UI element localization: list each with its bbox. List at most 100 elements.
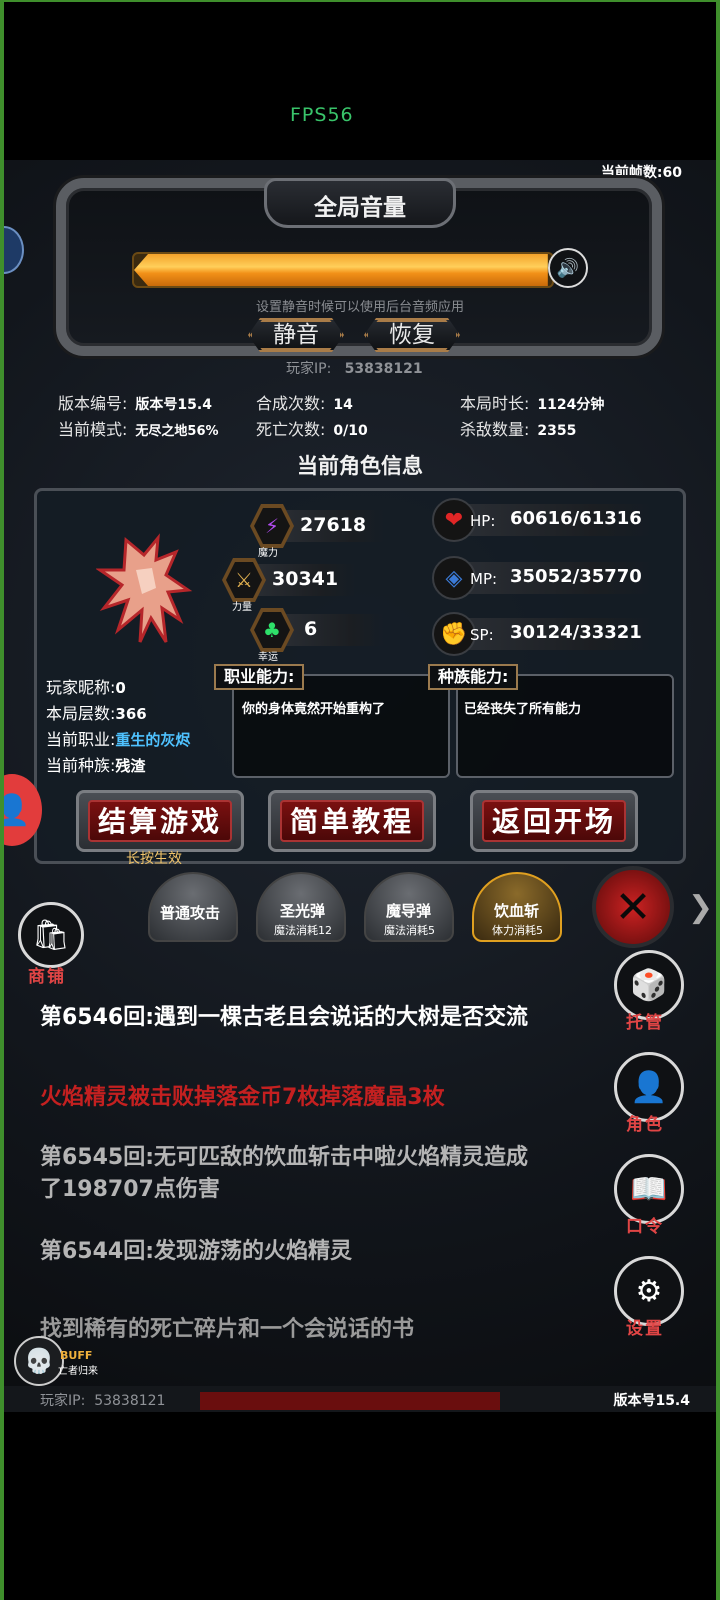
stat-synth-label: 合成次数:	[256, 394, 326, 413]
buff-subtitle: 亡者归来	[58, 1366, 98, 1377]
stat-duration: 本局时长: 1124分钟	[460, 390, 604, 414]
log-line-1: 第6546回:遇到一棵古老且会说话的大树是否交流	[40, 1005, 529, 1030]
back-to-start-label: 返回开场	[482, 800, 626, 842]
hp-label: HP:	[470, 512, 496, 530]
book-icon: 📖	[630, 1171, 668, 1207]
volume-hint: 设置静音时候可以使用后台音频应用	[255, 300, 464, 315]
stat-duration-value: 1124分钟	[537, 397, 605, 413]
log-line-2: 火焰精灵被击败掉落金币7枚掉落魔晶3枚	[40, 1085, 445, 1110]
player-ip-label: 玩家IP:	[286, 361, 332, 377]
log-line-4: 了198707点伤害	[40, 1177, 220, 1202]
back-to-start-button[interactable]: 返回开场	[470, 790, 638, 852]
magic-value: 27618	[300, 514, 367, 536]
sp-value: 30124/33321	[510, 622, 642, 643]
nickname-value: 0	[115, 679, 126, 697]
close-button[interactable]: ✕	[592, 866, 674, 948]
stat-synth: 合成次数: 14	[256, 390, 353, 414]
stat-version-label: 版本编号:	[58, 394, 128, 413]
shop-label: 商铺	[28, 967, 66, 987]
role-label: 角色	[626, 1115, 664, 1135]
strength-label: 力量	[232, 602, 252, 613]
skull-icon[interactable]: 💀	[14, 1336, 64, 1386]
skill-magic-missile-name: 魔导弹	[386, 902, 432, 920]
dice-icon: 🎲	[630, 967, 668, 1003]
shop-button[interactable]: 🛍	[18, 902, 84, 968]
skill-holy-bolt-name: 圣光弹	[280, 902, 326, 920]
stat-deaths-value: 0/10	[333, 423, 368, 439]
restore-button[interactable]: 恢复	[364, 318, 460, 352]
stat-mode-value: 无尽之地56%	[135, 424, 219, 439]
auto-label: 托管	[626, 1013, 664, 1033]
race-label: 当前种族:	[46, 756, 116, 775]
buff-title: BUFF	[60, 1349, 93, 1362]
log-line-6: 找到稀有的死亡碎片和一个会说话的书	[40, 1317, 415, 1342]
tutorial-label: 简单教程	[280, 800, 424, 842]
settings-label: 设置	[626, 1319, 664, 1339]
footer-ip-value: 53838121	[94, 1393, 166, 1409]
stat-kills-label: 杀敌数量:	[460, 420, 530, 439]
job-ability-text: 你的身体竟然开始重构了	[242, 702, 386, 717]
stat-synth-value: 14	[333, 397, 353, 413]
close-icon: ✕	[614, 881, 652, 933]
volume-slider[interactable]	[132, 252, 554, 288]
settle-game-label: 结算游戏	[88, 800, 232, 842]
stat-deaths: 死亡次数: 0/10	[256, 416, 368, 440]
stat-version-value: 版本号15.4	[135, 397, 212, 413]
job-label: 当前职业:	[46, 730, 116, 749]
log-line-5: 第6544回:发现游荡的火焰精灵	[40, 1239, 353, 1264]
shop-icon: 🛍	[31, 917, 71, 953]
stat-mode: 当前模式: 无尽之地56%	[58, 416, 219, 440]
stat-kills: 杀敌数量: 2355	[460, 416, 576, 440]
code-label: 口令	[626, 1217, 664, 1237]
info-race: 当前种族:残渣	[46, 752, 145, 776]
magic-label: 魔力	[258, 548, 278, 559]
player-ip-value: 53838121	[344, 361, 423, 377]
stat-version: 版本编号: 版本号15.4	[58, 390, 212, 414]
settle-game-button[interactable]: 结算游戏	[76, 790, 244, 852]
skill-normal-attack-name: 普通攻击	[160, 904, 221, 922]
nickname-label: 玩家昵称:	[46, 678, 116, 697]
footer-ip-label: 玩家IP:	[40, 1393, 86, 1409]
stat-deaths-label: 死亡次数:	[256, 420, 326, 439]
mute-button[interactable]: 静音	[248, 318, 344, 352]
mp-value: 35052/35770	[510, 566, 642, 587]
character-section-title: 当前角色信息	[297, 454, 423, 478]
stat-kills-value: 2355	[537, 423, 577, 439]
skill-holy-bolt-cost: 魔法消耗12	[274, 924, 332, 937]
job-value: 重生的灰烬	[115, 731, 191, 749]
floors-label: 本局层数:	[46, 704, 116, 723]
sp-label: SP:	[470, 626, 494, 644]
info-job: 当前职业:重生的灰烬	[46, 726, 190, 750]
chevron-right-icon[interactable]: ❯	[688, 890, 713, 925]
floors-value: 366	[115, 705, 147, 723]
info-floors: 本局层数:366	[46, 700, 147, 724]
footer-progress	[200, 1392, 500, 1410]
info-nickname: 玩家昵称:0	[46, 674, 126, 698]
hood-icon: 👤	[630, 1069, 668, 1105]
gear-icon: ⚙	[635, 1273, 663, 1309]
mp-label: MP:	[470, 570, 498, 588]
skill-magic-missile-cost: 魔法消耗5	[384, 924, 435, 937]
stat-duration-label: 本局时长:	[460, 394, 530, 413]
race-value: 残渣	[115, 757, 146, 775]
footer-version: 版本号15.4	[613, 1393, 690, 1409]
volume-slider-fill	[134, 254, 548, 286]
race-ability-text: 已经丧失了所有能力	[464, 702, 582, 717]
settle-hint: 长按生效	[126, 851, 182, 867]
fps-counter: FPS56	[290, 104, 354, 126]
log-line-3: 第6545回:无可匹敌的饮血斩击中啦火焰精灵造成	[40, 1145, 529, 1170]
tutorial-button[interactable]: 简单教程	[268, 790, 436, 852]
speaker-icon[interactable]: 🔊	[548, 248, 588, 288]
character-sprite	[96, 533, 193, 643]
race-ability-tag: 种族能力:	[428, 664, 519, 690]
player-ip: 玩家IP: 53838121	[286, 358, 423, 378]
luck-value: 6	[304, 618, 318, 640]
strength-value: 30341	[272, 568, 339, 590]
skill-blood-slash-name: 饮血斩	[494, 902, 540, 920]
volume-title: 全局音量	[314, 195, 406, 221]
luck-label: 幸运	[258, 652, 278, 663]
hp-value: 60616/61316	[510, 508, 642, 529]
stat-mode-label: 当前模式:	[58, 420, 128, 439]
job-ability-tag: 职业能力:	[214, 664, 305, 690]
footer-ip: 玩家IP: 53838121	[40, 1390, 165, 1410]
